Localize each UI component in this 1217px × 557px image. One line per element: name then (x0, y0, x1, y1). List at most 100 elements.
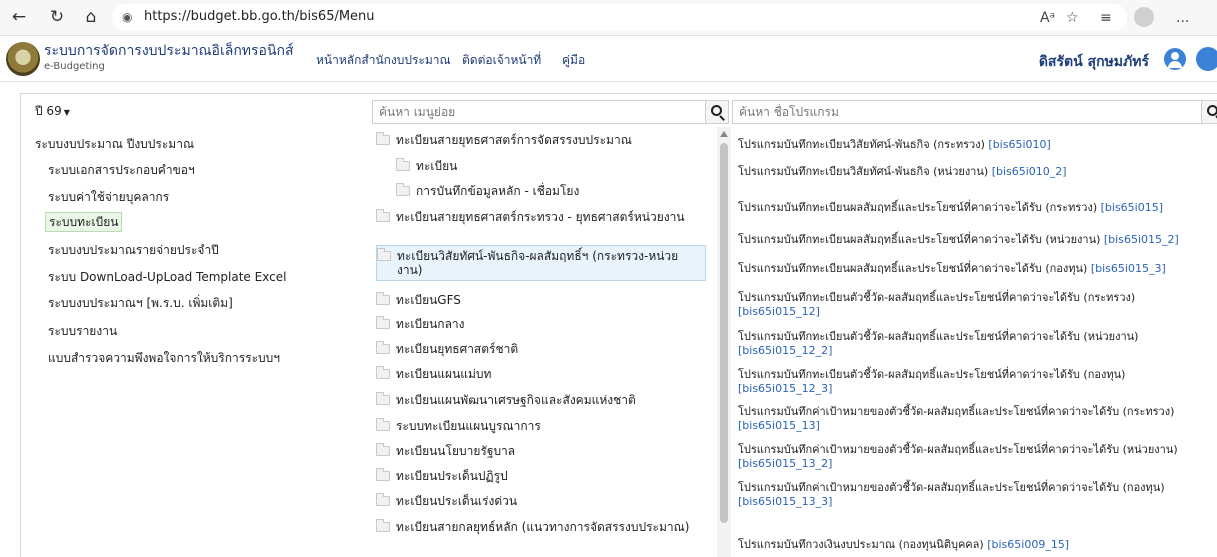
program-item[interactable]: โปรแกรมบันทึกค่าเป้าหมายของตัวชี้วัด-ผลส… (738, 443, 1216, 471)
folder-item[interactable]: ทะเบียนสายยุทธศาสตร์กระทรวง - ยุทธศาสตร์… (376, 209, 696, 240)
sidebar-item[interactable]: ระบบงบประมาณรายจ่ายประจำปี (48, 242, 219, 258)
folder-icon (376, 292, 390, 305)
program-title: โปรแกรมบันทึกทะเบียนตัวชี้วัด-ผลสัมฤทธิ์… (738, 291, 1136, 304)
app-title: ระบบการจัดการงบประมาณอิเล็กทรอนิกส์ (44, 43, 294, 59)
folder-item[interactable]: ทะเบียนกลาง (376, 316, 696, 333)
program-title: โปรแกรมบันทึกทะเบียนวิสัยทัศน์-พันธกิจ (… (738, 138, 985, 151)
program-code-link[interactable]: [bis65i015_12_3] (738, 382, 832, 395)
program-item[interactable]: โปรแกรมบันทึกทะเบียนผลสัมฤทธิ์และประโยชน… (738, 262, 1216, 276)
program-item[interactable]: โปรแกรมบันทึกวงเงินงบประมาณ (กองทุนนิติบ… (738, 538, 1216, 552)
folder-label: ทะเบียนกลาง (396, 317, 465, 331)
folder-icon (376, 132, 390, 145)
sidebar-item[interactable]: ระบบ DownLoad-UpLoad Template Excel (48, 269, 286, 285)
program-code-link[interactable]: [bis65i015_12] (738, 305, 820, 318)
program-code-link[interactable]: [bis65i010] (988, 138, 1050, 151)
folder-item[interactable]: ทะเบียนสายยุทธศาสตร์การจัดสรรงบประมาณ (376, 132, 696, 149)
folder-icon (376, 468, 390, 481)
folder-label: ทะเบียนประเด็นเร่งด่วน (396, 494, 518, 508)
home-icon[interactable]: ⌂ (80, 6, 102, 28)
program-title: โปรแกรมบันทึกทะเบียนตัวชี้วัด-ผลสัมฤทธิ์… (738, 330, 1139, 343)
year-value: ปี 69 (35, 104, 62, 118)
scroll-thumb[interactable] (720, 143, 728, 523)
program-item[interactable]: โปรแกรมบันทึกทะเบียนตัวชี้วัด-ผลสัมฤทธิ์… (738, 368, 1216, 396)
folder-label: ระบบทะเบียนแผนบูรณาการ (396, 419, 541, 433)
folder-item[interactable]: ทะเบียนนโยบายรัฐบาล (376, 443, 696, 460)
sidebar-item[interactable]: แบบสำรวจความพึงพอใจการให้บริการระบบฯ (48, 350, 280, 366)
folder-icon (396, 183, 410, 196)
folder-icon (376, 316, 390, 329)
folder-label: ทะเบียนสายยุทธศาสตร์การจัดสรรงบประมาณ (396, 133, 632, 147)
folder-item[interactable]: ทะเบียนประเด็นปฏิรูป (376, 468, 696, 485)
app-header: ระบบการจัดการงบประมาณอิเล็กทรอนิกส์ e-Bu… (0, 36, 1217, 82)
program-item[interactable]: โปรแกรมบันทึกค่าเป้าหมายของตัวชี้วัด-ผลส… (738, 405, 1216, 433)
program-search-button[interactable] (1201, 100, 1217, 124)
program-code-link[interactable]: [bis65i010_2] (992, 165, 1067, 178)
folder-icon (376, 493, 390, 506)
search-icon (1207, 105, 1217, 116)
refresh-icon[interactable]: ↻ (46, 6, 68, 28)
program-code-link[interactable]: [bis65i015] (1101, 201, 1163, 214)
favorite-star-icon[interactable]: ☆ (1066, 7, 1079, 29)
scroll-up-arrow-icon[interactable] (720, 131, 728, 137)
folder-item[interactable]: ทะเบียนประเด็นเร่งด่วน (376, 493, 696, 510)
nav-link-contact[interactable]: ติดต่อเจ้าหน้าที่ (462, 53, 541, 67)
back-arrow-icon[interactable]: ← (8, 6, 30, 28)
program-title: โปรแกรมบันทึกทะเบียนผลสัมฤทธิ์และประโยชน… (738, 262, 1088, 275)
folder-item[interactable]: ทะเบียนวิสัยทัศน์-พันธกิจ-ผลสัมฤทธิ์ฯ (ก… (376, 245, 706, 281)
folder-item[interactable]: ทะเบียนGFS (376, 292, 696, 309)
year-dropdown[interactable]: ปี 69 ▼ (35, 103, 70, 121)
folder-item[interactable]: ทะเบียนยุทธศาสตร์ชาติ (376, 341, 696, 358)
folder-label: ทะเบียนนโยบายรัฐบาล (396, 444, 516, 458)
program-item[interactable]: โปรแกรมบันทึกทะเบียนตัวชี้วัด-ผลสัมฤทธิ์… (738, 291, 1216, 319)
nav-link-home[interactable]: หน้าหลักสำนักงบประมาณ (316, 53, 451, 67)
sidebar-item[interactable]: ระบบทะเบียน (45, 212, 123, 232)
profile-avatar-icon[interactable] (1134, 7, 1154, 27)
folder-label: การบันทึกข้อมูลหลัก - เชื่อมโยง (416, 184, 580, 198)
program-code-link[interactable]: [bis65i015_12_2] (738, 344, 832, 357)
submenu-search-box (372, 100, 706, 124)
program-code-link[interactable]: [bis65i015_13_3] (738, 495, 832, 508)
user-profile-icon[interactable] (1164, 48, 1186, 70)
program-item[interactable]: โปรแกรมบันทึกทะเบียนวิสัยทัศน์-พันธกิจ (… (738, 165, 1216, 179)
user-name[interactable]: ดิสรัตน์ สุกษมภัทร์ (1039, 51, 1149, 73)
folder-item[interactable]: ทะเบียน (396, 158, 676, 175)
sidebar-item[interactable]: ระบบรายงาน (48, 323, 117, 339)
folder-icon (376, 418, 390, 431)
program-code-link[interactable]: [bis65i015_13] (738, 419, 820, 432)
submenu-scrollbar[interactable] (717, 127, 731, 557)
program-title: โปรแกรมบันทึกค่าเป้าหมายของตัวชี้วัด-ผลส… (738, 443, 1178, 456)
folder-item[interactable]: ทะเบียนสายกลยุทธ์หลัก (แนวทางการจัดสรรงบ… (376, 519, 696, 552)
site-info-icon[interactable]: ◉ (122, 9, 136, 25)
program-item[interactable]: โปรแกรมบันทึกทะเบียนผลสัมฤทธิ์และประโยชน… (738, 201, 1216, 215)
program-code-link[interactable]: [bis65i015_2] (1104, 233, 1179, 246)
program-title: โปรแกรมบันทึกทะเบียนผลสัมฤทธิ์และประโยชน… (738, 233, 1101, 246)
program-search-input[interactable] (739, 104, 1189, 120)
program-code-link[interactable]: [bis65i015_13_2] (738, 457, 832, 470)
sidebar-item[interactable]: ระบบเอกสารประกอบคำขอฯ (48, 162, 195, 178)
program-item[interactable]: โปรแกรมบันทึกทะเบียนวิสัยทัศน์-พันธกิจ (… (738, 138, 1216, 152)
folder-item[interactable]: การบันทึกข้อมูลหลัก - เชื่อมโยง (396, 183, 676, 200)
program-item[interactable]: โปรแกรมบันทึกค่าเป้าหมายของตัวชี้วัด-ผลส… (738, 481, 1216, 509)
app-subtitle: e-Budgeting (44, 61, 105, 72)
menu-section-title[interactable]: ระบบงบประมาณ ปีงบประมาณ (35, 135, 194, 154)
folder-icon (376, 209, 390, 222)
submenu-search-input[interactable] (379, 104, 689, 120)
favorites-list-icon[interactable]: ≡ (1100, 7, 1112, 29)
folder-item[interactable]: ระบบทะเบียนแผนบูรณาการ (376, 418, 696, 435)
url-text: https://budget.bb.go.th/bis65/Menu (144, 9, 375, 24)
address-bar[interactable]: ◉ https://budget.bb.go.th/bis65/Menu (112, 4, 1127, 31)
more-menu-icon[interactable]: ... (1176, 7, 1189, 29)
folder-item[interactable]: ทะเบียนแผนพัฒนาเศรษฐกิจและสังคมแห่งชาติ (376, 392, 696, 409)
program-title: โปรแกรมบันทึกค่าเป้าหมายของตัวชี้วัด-ผลส… (738, 481, 1165, 494)
nav-link-manual[interactable]: คู่มือ (562, 53, 585, 67)
program-code-link[interactable]: [bis65i009_15] (987, 538, 1069, 551)
submenu-search-button[interactable] (705, 100, 729, 124)
logout-icon[interactable] (1196, 47, 1217, 71)
sidebar-item[interactable]: ระบบงบประมาณฯ [พ.ร.บ. เพิ่มเติม] (48, 295, 233, 311)
program-item[interactable]: โปรแกรมบันทึกทะเบียนผลสัมฤทธิ์และประโยชน… (738, 233, 1216, 247)
program-item[interactable]: โปรแกรมบันทึกทะเบียนตัวชี้วัด-ผลสัมฤทธิ์… (738, 330, 1216, 358)
folder-item[interactable]: ทะเบียนแผนแม่บท (376, 366, 696, 383)
sidebar-item[interactable]: ระบบค่าใช้จ่ายบุคลากร (48, 189, 169, 205)
program-code-link[interactable]: [bis65i015_3] (1091, 262, 1166, 275)
read-aloud-icon[interactable]: Aᵃ (1040, 7, 1055, 29)
